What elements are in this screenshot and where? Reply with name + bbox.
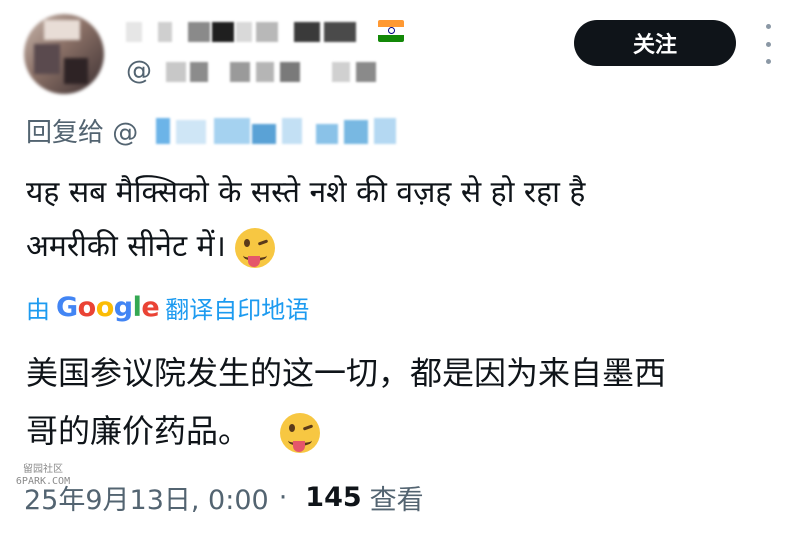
translation-suffix: 翻译自印地语 — [165, 296, 310, 324]
translation-prefix: 由 — [26, 296, 50, 324]
follow-button[interactable]: 关注 — [574, 20, 736, 66]
more-vertical-icon[interactable] — [760, 24, 776, 64]
winking-face-with-tongue-icon — [280, 413, 321, 453]
tweet-meta: 25年9月13日, 0:00 · 145 查看 — [24, 478, 424, 517]
translated-line-2: 哥的廉价药品。 — [26, 402, 776, 460]
translated-line-1: 美国参议院发生的这一切，都是因为来自墨西 — [26, 354, 667, 392]
translated-line-2-text: 哥的廉价药品。 — [26, 412, 251, 450]
reply-to-label: 回复给 @ — [26, 118, 139, 148]
timestamp[interactable]: 25年9月13日, 0:00 — [24, 478, 269, 517]
tweet-line-2: अमरीकी सीनेट में। — [26, 220, 766, 274]
meta-separator: · — [278, 482, 288, 513]
tweet-text: यह सब मैक्सिको के सस्ते नशे की वज़ह से ह… — [26, 166, 766, 274]
india-flag-icon — [378, 20, 404, 42]
google-logo: Google — [56, 292, 160, 323]
translated-text: 美国参议院发生的这一切，都是因为来自墨西 哥的廉价药品。 — [26, 344, 776, 460]
tweet-line-2-text: अमरीकी सीनेट में। — [26, 229, 226, 264]
views-label: 查看 — [369, 485, 424, 516]
translation-attribution[interactable]: 由 Google 翻译自印地语 — [26, 290, 309, 325]
handle-prefix: @ — [126, 56, 152, 86]
views-count: 145 — [305, 482, 362, 513]
avatar[interactable] — [24, 14, 104, 94]
winking-face-with-tongue-icon — [235, 227, 276, 268]
tweet-line-1: यह सब मैक्सिको के सस्ते नशे की वज़ह से ह… — [26, 175, 586, 210]
watermark-line-1: 留园社区 — [23, 464, 63, 475]
